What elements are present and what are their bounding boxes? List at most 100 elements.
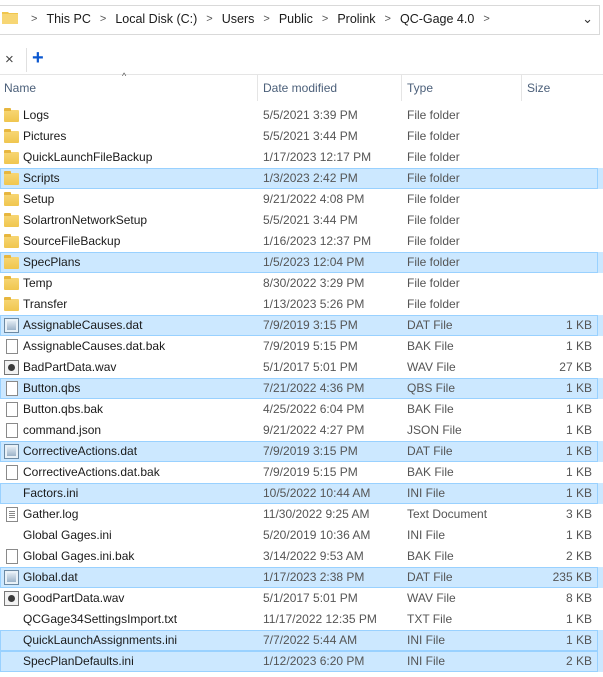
- date-modified: 8/30/2022 3:29 PM: [263, 276, 365, 290]
- chevron-down-icon[interactable]: ⌄: [582, 11, 593, 27]
- folder-row[interactable]: QuickLaunchFileBackup 1/17/2023 12:17 PM F…: [0, 147, 603, 168]
- date-modified: 7/9/2019 3:15 PM: [263, 318, 358, 332]
- folder-row[interactable]: Setup 9/21/2022 4:08 PM File folder: [0, 189, 603, 210]
- file-row[interactable]: BadPartData.wav 5/1/2017 5:01 PM WAV File 2…: [0, 357, 603, 378]
- file-row[interactable]: command.json 9/21/2022 4:27 PM JSON File 1 …: [0, 420, 603, 441]
- breadcrumb-segment[interactable]: Local Disk (C:): [115, 12, 197, 26]
- file-row[interactable]: Global.dat 1/17/2023 2:38 PM DAT File 235 K…: [0, 567, 603, 588]
- file-row[interactable]: CorrectiveActions.dat.bak 7/9/2019 5:15 P…: [0, 462, 603, 483]
- sublime-text-icon: [4, 633, 19, 648]
- file-icon: [6, 549, 18, 564]
- folder-icon: [4, 234, 19, 248]
- breadcrumb-segment[interactable]: Users: [222, 12, 255, 26]
- date-modified: 7/9/2019 3:15 PM: [263, 444, 358, 458]
- date-modified: 10/5/2022 10:44 AM: [263, 486, 371, 500]
- breadcrumb-segment[interactable]: This PC: [46, 12, 90, 26]
- file-name: QCGage34SettingsImport.txt: [23, 612, 178, 626]
- chevron-right-icon[interactable]: >: [385, 13, 391, 25]
- breadcrumb-segment[interactable]: QC-Gage 4.0: [400, 12, 474, 26]
- address-bar[interactable]: > This PC > Local Disk (C:) > Users > Public > Pr…: [0, 0, 603, 40]
- file-type: WAV File: [407, 360, 456, 374]
- file-name: QuickLaunchAssignments.ini: [23, 633, 178, 647]
- file-type: File folder: [407, 255, 460, 269]
- folder-row[interactable]: Logs 5/5/2021 3:39 PM File folder: [0, 105, 603, 126]
- file-row[interactable]: QuickLaunchAssignments.ini 7/7/2022 5:44 …: [0, 630, 603, 651]
- folder-row[interactable]: Pictures 5/5/2021 3:44 PM File folder: [0, 126, 603, 147]
- file-row[interactable]: Button.qbs 7/21/2022 4:36 PM QBS File 1 KB: [0, 378, 603, 399]
- date-modified: 3/14/2022 9:53 AM: [263, 549, 364, 563]
- file-row[interactable]: SpecPlanDefaults.ini 1/12/2023 6:20 PM INI…: [0, 651, 603, 672]
- folder-icon: [4, 171, 19, 185]
- column-type[interactable]: Type: [403, 75, 521, 101]
- folder-row[interactable]: Transfer 1/13/2023 5:26 PM File folder: [0, 294, 603, 315]
- breadcrumb-segment[interactable]: Prolink: [337, 12, 375, 26]
- date-modified: 5/20/2019 10:36 AM: [263, 528, 371, 542]
- file-row[interactable]: Global Gages.ini 5/20/2019 10:36 AM INI Fi…: [0, 525, 603, 546]
- column-divider[interactable]: [401, 75, 402, 101]
- file-size: 8 KB: [565, 591, 592, 605]
- folder-row[interactable]: SourceFileBackup 1/16/2023 12:37 PM File f…: [0, 231, 603, 252]
- audio-file-icon: [4, 360, 19, 375]
- file-type: BAK File: [407, 339, 454, 353]
- file-name: command.json: [23, 423, 102, 437]
- column-size[interactable]: Size: [523, 75, 599, 101]
- column-divider[interactable]: [257, 75, 258, 101]
- folder-icon: [4, 297, 19, 311]
- file-list: Logs 5/5/2021 3:39 PM File folder Pictures 5…: [0, 105, 603, 672]
- tab-strip: × +: [0, 44, 603, 74]
- file-name: QuickLaunchFileBackup: [23, 150, 153, 164]
- column-name[interactable]: Name: [0, 75, 257, 101]
- file-size: 1 KB: [565, 465, 592, 479]
- file-row[interactable]: AssignableCauses.dat 7/9/2019 3:15 PM DAT …: [0, 315, 603, 336]
- file-row[interactable]: Button.qbs.bak 4/25/2022 6:04 PM BAK File 1…: [0, 399, 603, 420]
- file-type: DAT File: [407, 444, 453, 458]
- folder-row[interactable]: SpecPlans 1/5/2023 12:04 PM File folder: [0, 252, 603, 273]
- folder-row[interactable]: Scripts 1/3/2023 2:42 PM File folder: [0, 168, 603, 189]
- chevron-right-icon[interactable]: >: [206, 13, 212, 25]
- chevron-right-icon[interactable]: >: [483, 13, 489, 25]
- file-name: Temp: [23, 276, 53, 290]
- file-size: 1 KB: [565, 612, 592, 626]
- folder-row[interactable]: Temp 8/30/2022 3:29 PM File folder: [0, 273, 603, 294]
- add-tab-button[interactable]: +: [32, 47, 44, 70]
- file-type: File folder: [407, 108, 460, 122]
- file-size: 1 KB: [565, 339, 592, 353]
- file-row[interactable]: Global Gages.ini.bak 3/14/2022 9:53 AM BAK…: [0, 546, 603, 567]
- chevron-right-icon[interactable]: >: [31, 13, 37, 25]
- column-date-modified[interactable]: Date modified: [259, 75, 401, 101]
- date-modified: 11/17/2022 12:35 PM: [263, 612, 377, 626]
- close-tab-icon[interactable]: ×: [5, 51, 14, 68]
- dat-file-icon: [4, 318, 19, 333]
- date-modified: 7/9/2019 5:15 PM: [263, 339, 358, 353]
- column-divider[interactable]: [521, 75, 522, 101]
- date-modified: 1/17/2023 2:38 PM: [263, 570, 365, 584]
- chevron-right-icon[interactable]: >: [263, 13, 269, 25]
- file-row[interactable]: Gather.log 11/30/2022 9:25 AM Text Documen…: [0, 504, 603, 525]
- file-name: Setup: [23, 192, 55, 206]
- date-modified: 1/16/2023 12:37 PM: [263, 234, 372, 248]
- file-row[interactable]: GoodPartData.wav 5/1/2017 5:01 PM WAV File…: [0, 588, 603, 609]
- file-size: 1 KB: [565, 381, 592, 395]
- file-size: 2 KB: [565, 549, 592, 563]
- file-row[interactable]: Factors.ini 10/5/2022 10:44 AM INI File 1 K…: [0, 483, 603, 504]
- file-row[interactable]: CorrectiveActions.dat 7/9/2019 3:15 PM DAT…: [0, 441, 603, 462]
- sublime-text-icon: [4, 486, 19, 501]
- file-size: 1 KB: [565, 528, 592, 542]
- file-row[interactable]: AssignableCauses.dat.bak 7/9/2019 5:15 PM…: [0, 336, 603, 357]
- date-modified: 9/21/2022 4:08 PM: [263, 192, 365, 206]
- chevron-right-icon[interactable]: >: [322, 13, 328, 25]
- file-type: TXT File: [407, 612, 453, 626]
- file-type: File folder: [407, 129, 460, 143]
- file-icon: [6, 423, 18, 438]
- file-name: AssignableCauses.dat.bak: [23, 339, 166, 353]
- file-type: File folder: [407, 213, 460, 227]
- file-size: 27 KB: [559, 360, 592, 374]
- breadcrumb-segment[interactable]: Public: [279, 12, 313, 26]
- file-name: Gather.log: [23, 507, 79, 521]
- chevron-right-icon[interactable]: >: [100, 13, 106, 25]
- text-file-icon: [6, 507, 18, 522]
- file-name: SpecPlans: [23, 255, 81, 269]
- file-row[interactable]: QCGage34SettingsImport.txt 11/17/2022 12:…: [0, 609, 603, 630]
- file-type: File folder: [407, 234, 460, 248]
- folder-row[interactable]: SolartronNetworkSetup 5/5/2021 3:44 PM Fil…: [0, 210, 603, 231]
